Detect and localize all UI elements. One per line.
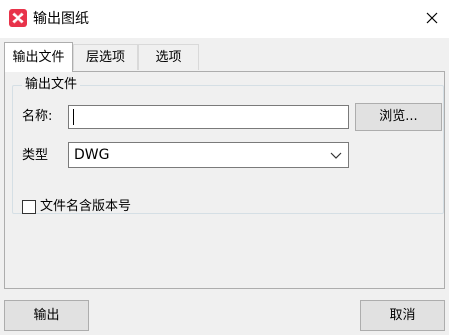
tab-output-file[interactable]: 输出文件 [4,42,73,72]
dialog-body: 输出文件 层选项 选项 输出文件 名称: 浏览... 类型 DWG 文件名含版本… [0,38,449,335]
type-label: 类型 [22,148,49,163]
cancel-button[interactable]: 取消 [360,300,445,331]
include-version-checkbox[interactable] [22,200,36,214]
tab-layer-options[interactable]: 层选项 [73,44,138,70]
name-label: 名称: [22,109,53,124]
type-select[interactable]: DWG [68,142,349,168]
tab-panel-output-file: 输出文件 名称: 浏览... 类型 DWG 文件名含版本号 [4,71,445,289]
name-field[interactable] [68,105,349,129]
text-caret [73,109,74,125]
output-file-group: 输出文件 名称: 浏览... 类型 DWG 文件名含版本号 [12,77,444,215]
group-legend: 输出文件 [22,77,81,93]
title-bar: 输出图纸 [0,0,449,38]
close-icon[interactable] [420,6,444,30]
name-input[interactable] [69,106,347,126]
chevron-down-icon [330,152,342,159]
tab-options[interactable]: 选项 [138,44,199,70]
output-button[interactable]: 输出 [4,300,89,331]
window-title: 输出图纸 [33,11,89,27]
include-version-label[interactable]: 文件名含版本号 [40,199,131,215]
app-logo-icon [9,9,27,27]
type-select-value: DWG [74,147,110,163]
browse-button[interactable]: 浏览... [355,103,442,131]
